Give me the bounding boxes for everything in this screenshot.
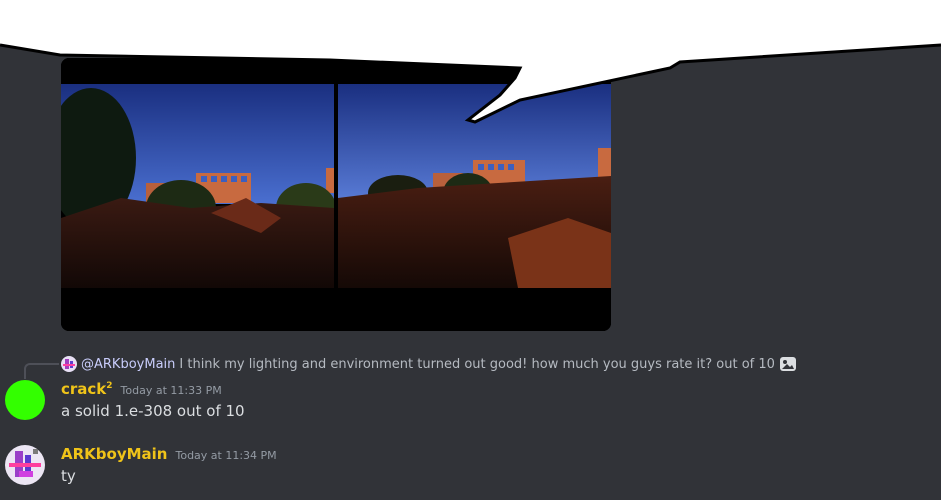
reply-reference[interactable]: @ARKboyMain I think my lighting and envi…: [61, 355, 797, 373]
message-header: ARKboyMain Today at 11:34 PM: [61, 445, 277, 463]
image-icon: [779, 357, 796, 371]
reply-avatar: [61, 356, 77, 372]
username[interactable]: ARKboyMain: [61, 445, 167, 463]
avatar[interactable]: [5, 380, 45, 420]
message-header: crack2 Today at 11:33 PM: [61, 380, 222, 398]
reply-mention[interactable]: @ARKboyMain: [81, 357, 175, 372]
message-text: a solid 1.e-308 out of 10: [61, 402, 245, 420]
timestamp: Today at 11:33 PM: [120, 384, 222, 397]
username[interactable]: crack2: [61, 380, 113, 398]
reply-connector: [24, 363, 59, 379]
reply-text[interactable]: I think my lighting and environment turn…: [179, 357, 775, 372]
avatar[interactable]: [5, 445, 45, 485]
message-text: ty: [61, 467, 76, 485]
chat-view: @ARKboyMain I think my lighting and envi…: [0, 0, 941, 500]
timestamp: Today at 11:34 PM: [175, 449, 277, 462]
speech-bubble-overlay: [0, 0, 941, 124]
